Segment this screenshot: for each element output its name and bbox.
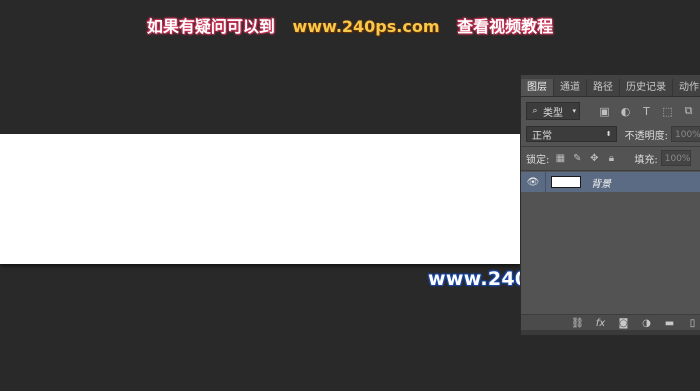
layers-list-empty-area — [521, 193, 700, 313]
layer-filter-row: ⌕ 类型 ▾ ▣ ◐ T ⬚ ⧉ — [521, 101, 700, 121]
blend-mode-value: 正常 — [532, 130, 552, 142]
new-group-icon[interactable]: ▬ — [663, 317, 676, 329]
search-icon: ⌕ — [532, 106, 538, 116]
adjustment-layer-filter-icon[interactable]: ◐ — [619, 105, 632, 118]
panel-resize-bar[interactable] — [521, 330, 700, 335]
top-banner: 如果有疑问可以到 www.240ps.com 查看视频教程 — [0, 13, 700, 37]
filter-kind-label: 类型 — [543, 107, 563, 119]
panel-tab-bar: 图层 通道 路径 历史记录 动作 — [521, 75, 700, 97]
lock-row: 锁定: ▦ ✎ ✥ 🔒︎ 填充: 100% — [521, 149, 700, 167]
fill-label: 填充: — [634, 154, 658, 166]
panel-footer: ⛓ fx ◙ ◑ ▬ ▯ — [521, 314, 700, 331]
banner-left-text: 如果有疑问可以到 — [146, 17, 275, 36]
document-canvas[interactable] — [0, 134, 520, 264]
fx-icon[interactable]: fx — [594, 317, 607, 329]
tab-history[interactable]: 历史记录 — [620, 79, 673, 96]
blend-row: 正常 ⬍ 不透明度: 100% — [521, 125, 700, 143]
eye-icon[interactable]: 👁︎ — [521, 172, 546, 192]
layer-thumbnail — [551, 176, 581, 188]
pixel-layer-filter-icon[interactable]: ▣ — [598, 105, 611, 118]
chevron-down-icon: ▾ — [572, 107, 576, 115]
banner-right-text: 查看视频教程 — [457, 17, 554, 36]
opacity-input[interactable]: 100% — [671, 126, 700, 142]
type-layer-filter-icon[interactable]: T — [640, 105, 653, 118]
lock-position-icon[interactable]: ✥ — [588, 152, 600, 164]
divider — [521, 170, 700, 171]
lock-label: 锁定: — [526, 154, 550, 166]
new-layer-icon[interactable]: ▯ — [686, 317, 699, 329]
tab-layers[interactable]: 图层 — [521, 79, 554, 96]
filter-kind-select[interactable]: ⌕ 类型 ▾ — [526, 102, 580, 120]
fill-input[interactable]: 100% — [660, 150, 691, 166]
add-mask-icon[interactable]: ◙ — [617, 317, 630, 329]
tab-paths[interactable]: 路径 — [587, 79, 620, 96]
chevron-updown-icon: ⬍ — [605, 130, 612, 138]
tab-channels[interactable]: 通道 — [554, 79, 587, 96]
layer-name: 背景 — [591, 178, 611, 190]
divider — [521, 146, 700, 147]
blend-mode-select[interactable]: 正常 ⬍ — [526, 126, 617, 142]
opacity-label: 不透明度: — [624, 130, 668, 142]
link-layers-icon[interactable]: ⛓ — [571, 317, 584, 329]
smart-object-filter-icon[interactable]: ⧉ — [682, 104, 695, 118]
adjustment-layer-icon[interactable]: ◑ — [640, 317, 653, 329]
lock-image-pixels-icon[interactable]: ✎ — [571, 152, 583, 164]
banner-url[interactable]: www.240ps.com — [293, 17, 440, 36]
layers-panel: 图层 通道 路径 历史记录 动作 ⌕ 类型 ▾ ▣ ◐ T ⬚ ⧉ 正常 ⬍ 不… — [520, 75, 700, 335]
layer-row-background[interactable]: 👁︎ 背景 — [521, 172, 700, 192]
lock-all-icon[interactable]: 🔒︎ — [605, 152, 617, 164]
shape-layer-filter-icon[interactable]: ⬚ — [661, 105, 674, 118]
lock-transparent-pixels-icon[interactable]: ▦ — [554, 152, 566, 164]
tab-actions[interactable]: 动作 — [673, 79, 700, 96]
